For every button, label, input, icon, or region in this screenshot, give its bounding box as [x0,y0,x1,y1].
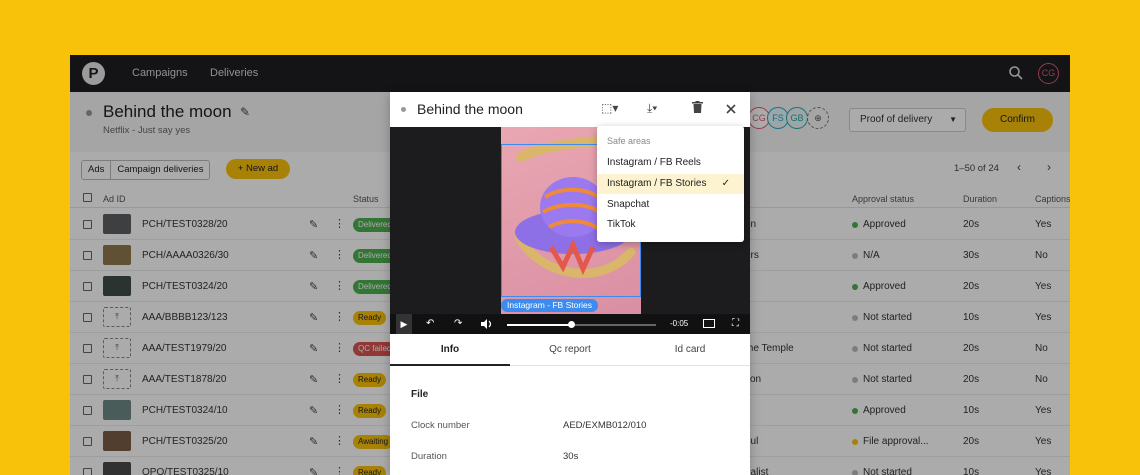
clock-number-value: AED/EXMB012/010 [563,420,647,431]
fullscreen-icon[interactable]: ⛶ [732,318,739,329]
download-icon[interactable]: ⤓▾ [647,101,657,116]
safe-area-option-stories-label: Instagram / FB Stories [607,178,707,189]
trash-icon[interactable] [692,101,703,113]
rewind-icon[interactable]: ↶ [426,318,434,329]
safe-areas-dropdown: Safe areas Instagram / FB Reels Instagra… [597,126,744,242]
player-controls: ▶ ↶ ↷ -0:05 ⛶ [390,314,750,334]
check-icon: ✓ [721,178,730,189]
safe-area-option-snapchat[interactable]: Snapchat [597,195,744,215]
file-section-title: File [411,389,429,400]
duration-label: Duration [411,451,447,462]
play-icon[interactable]: ▶ [396,314,412,334]
close-icon[interactable] [726,104,736,114]
forward-icon[interactable]: ↷ [454,318,462,329]
safe-area-option-stories[interactable]: Instagram / FB Stories ✓ [597,174,744,194]
time-remaining: -0:05 [670,319,689,328]
clock-number-label: Clock number [411,420,470,431]
progress-handle[interactable] [568,321,576,328]
tab-qc-report[interactable]: Qc report [510,334,630,366]
volume-icon[interactable] [481,319,493,329]
safe-area-icon[interactable]: ⬚▾ [601,101,618,115]
safe-areas-heading: Safe areas [607,136,651,146]
modal-tabs: Info Qc report Id card [390,334,750,366]
progress-fill [507,324,572,326]
picture-in-picture-icon[interactable] [703,319,715,328]
safe-area-option-tiktok[interactable]: TikTok [597,215,744,235]
tab-id-card[interactable]: Id card [630,334,750,366]
status-dot-icon [401,107,406,112]
tab-info[interactable]: Info [390,334,510,366]
safe-area-option-reels[interactable]: Instagram / FB Reels [597,153,744,173]
duration-value: 30s [563,451,579,462]
progress-bar[interactable] [507,321,656,328]
safe-area-label: Instagram - FB Stories [501,299,599,312]
modal-header: Behind the moon ⬚▾ ⤓▾ [390,92,750,127]
modal-title: Behind the moon [417,101,523,117]
